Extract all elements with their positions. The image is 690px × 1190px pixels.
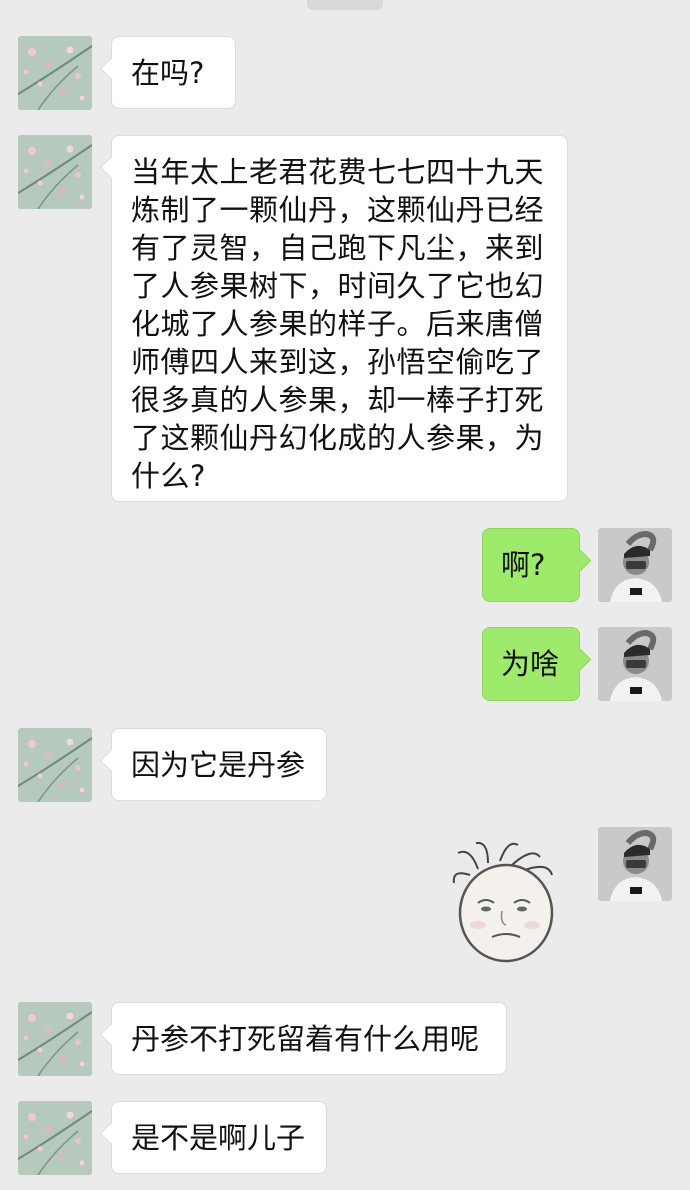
blossom-avatar-icon[interactable] bbox=[18, 135, 92, 209]
timestamp-pill bbox=[307, 0, 383, 10]
message-bubble[interactable]: 在吗? bbox=[111, 36, 236, 109]
person-avatar-icon[interactable] bbox=[598, 627, 672, 701]
message-text: 丹参不打死留着有什么用呢 bbox=[131, 1022, 480, 1056]
blossom-avatar-icon[interactable] bbox=[18, 1101, 92, 1175]
message-line: 有了灵智，自己跑下凡尘，来到 bbox=[131, 231, 545, 265]
message-line: 了人参果树下，时间久了它也幻 bbox=[131, 269, 545, 303]
message-bubble[interactable]: 啊? bbox=[482, 528, 580, 602]
message-bubble[interactable]: 当年太上老君花费七七四十九天 炼制了一颗仙丹，这颗仙丹已经 有了灵智，自己跑下凡… bbox=[111, 135, 568, 502]
blossom-avatar-icon[interactable] bbox=[18, 36, 92, 110]
baozou-face-sticker[interactable] bbox=[448, 839, 563, 964]
message-text: 在吗? bbox=[131, 56, 205, 90]
person-avatar-icon[interactable] bbox=[598, 528, 672, 602]
message-bubble[interactable]: 丹参不打死留着有什么用呢 bbox=[111, 1002, 507, 1075]
message-line: 师傅四人来到这，孙悟空偷吃了 bbox=[131, 345, 545, 379]
chat-screen: 在吗? 当年太上老君花费七七四十九天 炼制了一颗仙丹，这颗仙丹已经 有了灵智，自… bbox=[0, 0, 690, 1190]
blossom-avatar-icon[interactable] bbox=[18, 1002, 92, 1076]
message-bubble[interactable]: 为啥 bbox=[482, 627, 580, 701]
message-line: 很多真的人参果，却一棒子打死 bbox=[131, 383, 545, 417]
message-text: 啊? bbox=[501, 548, 546, 582]
blossom-avatar-icon[interactable] bbox=[18, 728, 92, 802]
message-bubble[interactable]: 因为它是丹参 bbox=[111, 728, 327, 801]
message-line: 当年太上老君花费七七四十九天 bbox=[131, 155, 545, 189]
message-line: 炼制了一颗仙丹，这颗仙丹已经 bbox=[131, 193, 545, 227]
message-bubble[interactable]: 是不是啊儿子 bbox=[111, 1101, 327, 1174]
message-text: 是不是啊儿子 bbox=[131, 1121, 306, 1155]
message-text: 因为它是丹参 bbox=[131, 748, 306, 782]
message-line: 什么? bbox=[131, 459, 206, 493]
message-line: 了这颗仙丹幻化成的人参果，为 bbox=[131, 421, 545, 455]
message-text: 为啥 bbox=[501, 647, 560, 681]
message-line: 化城了人参果的样子。后来唐僧 bbox=[131, 307, 545, 341]
person-avatar-icon[interactable] bbox=[598, 827, 672, 901]
